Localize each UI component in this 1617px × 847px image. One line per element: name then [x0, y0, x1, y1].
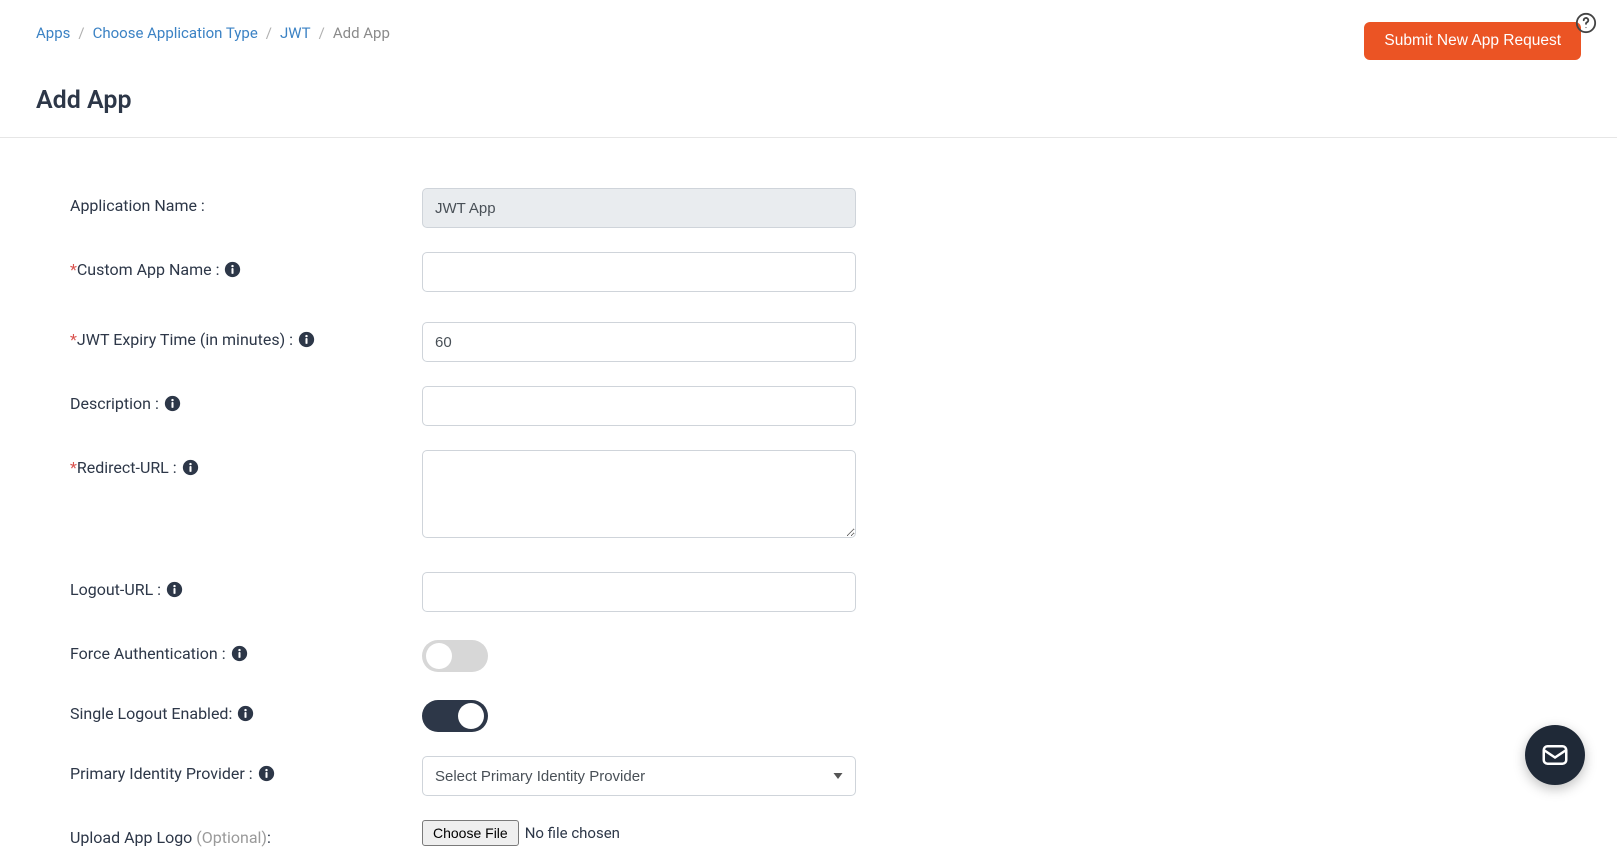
breadcrumb-sep: / [78, 24, 84, 42]
breadcrumb-current: Add App [333, 24, 390, 42]
breadcrumb: Apps / Choose Application Type / JWT / A… [36, 22, 390, 42]
submit-new-app-request-button[interactable]: Submit New App Request [1364, 22, 1581, 60]
primary-idp-select[interactable]: Select Primary Identity Provider [422, 756, 856, 796]
info-icon[interactable] [258, 765, 275, 782]
info-icon[interactable] [182, 459, 199, 476]
help-icon[interactable] [1575, 12, 1597, 38]
redirect-url-field[interactable] [422, 450, 856, 538]
application-name-label: Application Name : [70, 188, 422, 215]
breadcrumb-sep: / [319, 24, 325, 42]
add-app-form: Application Name : *Custom App Name : *J… [36, 160, 1581, 847]
custom-app-name-field[interactable] [422, 252, 856, 292]
logout-url-field[interactable] [422, 572, 856, 612]
logout-url-label: Logout-URL : [70, 572, 422, 599]
info-icon[interactable] [231, 645, 248, 662]
file-chosen-status: No file chosen [525, 824, 620, 842]
force-auth-toggle[interactable] [422, 640, 488, 672]
info-icon[interactable] [298, 331, 315, 348]
jwt-expiry-field[interactable] [422, 322, 856, 362]
breadcrumb-jwt[interactable]: JWT [280, 24, 311, 42]
force-auth-label: Force Authentication : [70, 636, 422, 663]
single-logout-toggle[interactable] [422, 700, 488, 732]
custom-app-name-label: *Custom App Name : [70, 252, 422, 279]
application-name-field [422, 188, 856, 228]
upload-logo-label: Upload App Logo (Optional): [70, 820, 422, 847]
info-icon[interactable] [164, 395, 181, 412]
primary-idp-label: Primary Identity Provider : [70, 756, 422, 783]
page-title: Add App [36, 86, 1581, 137]
breadcrumb-apps[interactable]: Apps [36, 24, 70, 42]
redirect-url-label: *Redirect-URL : [70, 450, 422, 477]
single-logout-label: Single Logout Enabled: [70, 696, 422, 723]
description-label: Description : [70, 386, 422, 413]
chat-widget-button[interactable] [1525, 725, 1585, 785]
jwt-expiry-label: *JWT Expiry Time (in minutes) : [70, 322, 422, 349]
info-icon[interactable] [237, 705, 254, 722]
description-field[interactable] [422, 386, 856, 426]
breadcrumb-choose-type[interactable]: Choose Application Type [93, 24, 258, 42]
info-icon[interactable] [224, 261, 241, 278]
breadcrumb-sep: / [266, 24, 272, 42]
choose-file-button[interactable]: Choose File [422, 820, 519, 846]
info-icon[interactable] [166, 581, 183, 598]
